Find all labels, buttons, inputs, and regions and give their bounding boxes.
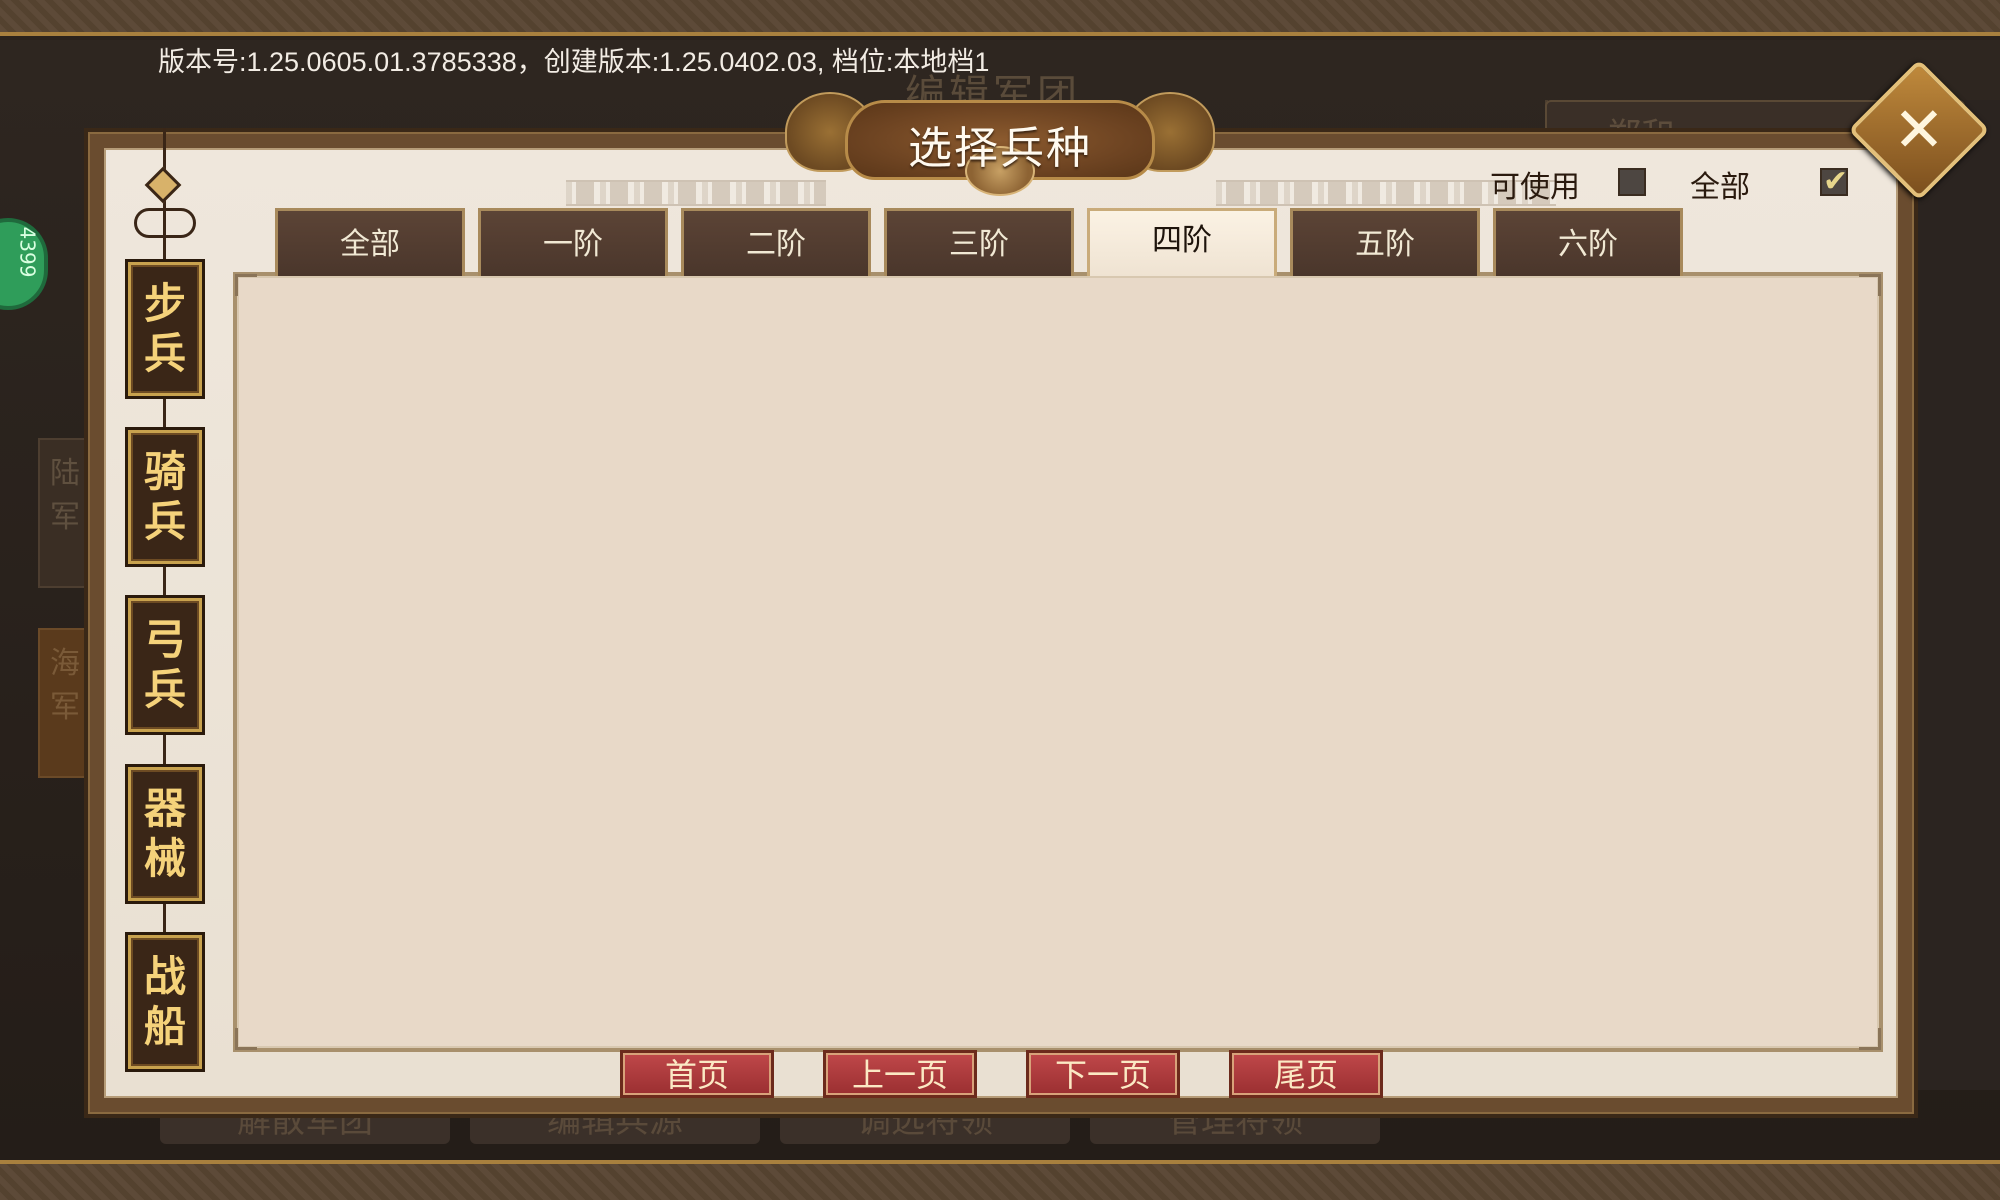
troop-list-panel bbox=[233, 272, 1883, 1052]
usable-filter-label: 可使用 bbox=[1490, 170, 1580, 205]
tab-all[interactable]: 全部 bbox=[275, 208, 465, 276]
prev-page-button[interactable]: 上一页 bbox=[823, 1050, 977, 1098]
category-warship-button[interactable]: 战船 bbox=[128, 935, 202, 1069]
all-filter-label: 全部 bbox=[1690, 170, 1750, 205]
usable-filter-checkbox[interactable] bbox=[1618, 168, 1646, 196]
next-page-button[interactable]: 下一页 bbox=[1026, 1050, 1180, 1098]
last-page-button[interactable]: 尾页 bbox=[1229, 1050, 1383, 1098]
tab-tier-2[interactable]: 二阶 bbox=[681, 208, 871, 276]
background-badge-label: 4399 bbox=[15, 226, 40, 278]
category-archer-button[interactable]: 弓兵 bbox=[128, 598, 202, 732]
category-label: 器械 bbox=[143, 784, 186, 883]
category-label: 骑兵 bbox=[143, 447, 186, 546]
tab-tier-1[interactable]: 一阶 bbox=[478, 208, 668, 276]
category-siege-button[interactable]: 器械 bbox=[128, 767, 202, 901]
corner-ornament bbox=[1859, 1028, 1881, 1050]
first-page-button[interactable]: 首页 bbox=[620, 1050, 774, 1098]
corner-ornament bbox=[1859, 274, 1881, 296]
category-label: 弓兵 bbox=[143, 615, 186, 714]
category-cavalry-button[interactable]: 骑兵 bbox=[128, 430, 202, 564]
tab-tier-6[interactable]: 六阶 bbox=[1493, 208, 1683, 276]
frame-top bbox=[0, 0, 2000, 36]
tab-tier-4[interactable]: 四阶 bbox=[1087, 208, 1277, 276]
rail-hook-ornament bbox=[134, 208, 196, 238]
close-icon: ✕ bbox=[1893, 93, 1945, 166]
corner-ornament bbox=[235, 274, 257, 296]
dialog-title: 选择兵种 bbox=[908, 123, 1092, 174]
all-filter-checkbox[interactable] bbox=[1820, 164, 1848, 199]
category-label: 战船 bbox=[143, 952, 186, 1051]
category-infantry-button[interactable]: 步兵 bbox=[128, 262, 202, 396]
corner-ornament bbox=[235, 1028, 257, 1050]
category-label: 步兵 bbox=[143, 279, 186, 378]
version-info: 版本号:1.25.0605.01.3785338，创建版本:1.25.0402.… bbox=[158, 47, 990, 77]
tab-tier-3[interactable]: 三阶 bbox=[884, 208, 1074, 276]
tab-tier-5[interactable]: 五阶 bbox=[1290, 208, 1480, 276]
frame-bottom bbox=[0, 1160, 2000, 1200]
